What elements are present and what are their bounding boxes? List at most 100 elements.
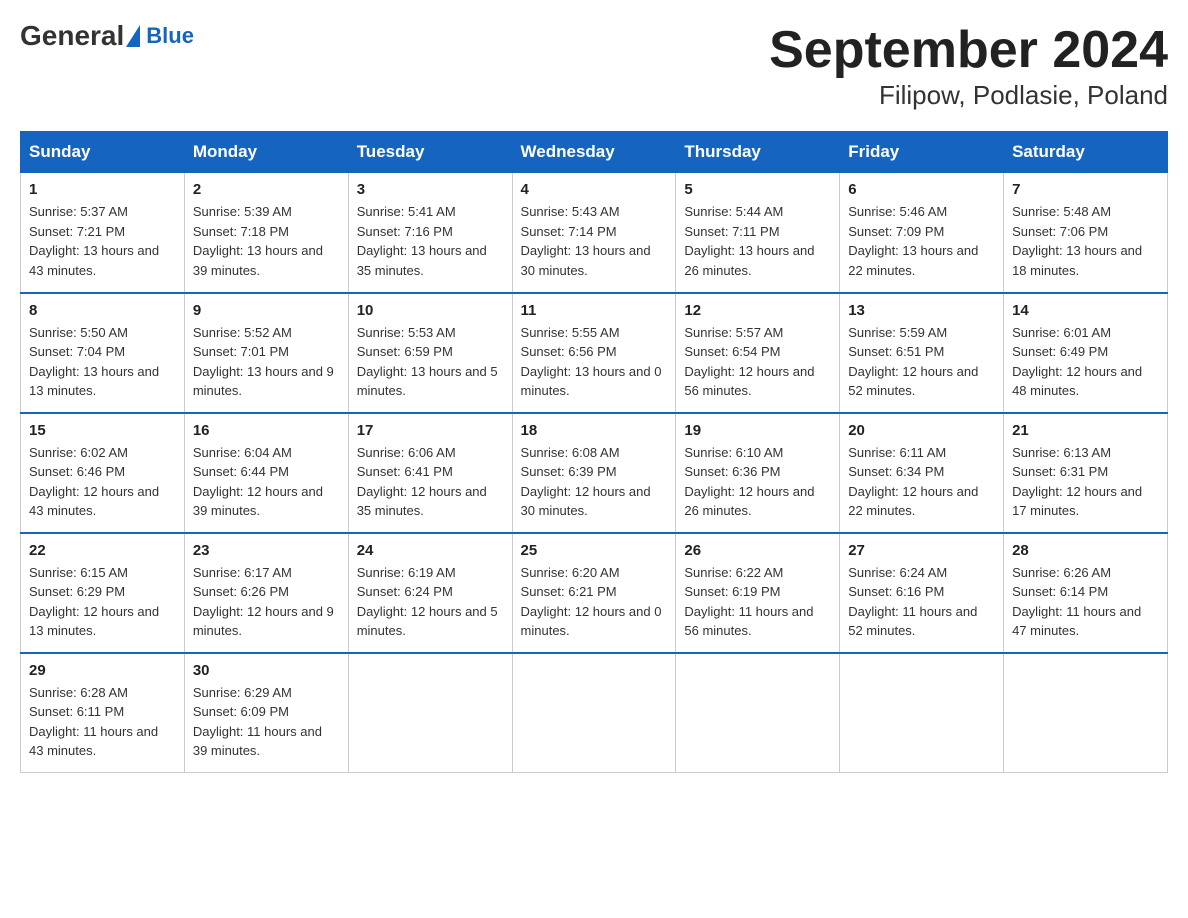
- day-number: 25: [521, 542, 668, 559]
- day-number: 26: [684, 542, 831, 559]
- day-number: 9: [193, 302, 340, 319]
- calendar-cell: 10 Sunrise: 5:53 AMSunset: 6:59 PMDayligh…: [348, 293, 512, 413]
- calendar-week-row: 29 Sunrise: 6:28 AMSunset: 6:11 PMDayligh…: [21, 653, 1168, 773]
- calendar-cell: 5 Sunrise: 5:44 AMSunset: 7:11 PMDaylight…: [676, 173, 840, 293]
- calendar-cell: [1004, 653, 1168, 773]
- calendar-cell: [512, 653, 676, 773]
- day-number: 23: [193, 542, 340, 559]
- calendar-cell: 29 Sunrise: 6:28 AMSunset: 6:11 PMDayligh…: [21, 653, 185, 773]
- day-info: Sunrise: 6:20 AMSunset: 6:21 PMDaylight:…: [521, 563, 668, 641]
- day-info: Sunrise: 5:50 AMSunset: 7:04 PMDaylight:…: [29, 323, 176, 401]
- day-number: 21: [1012, 422, 1159, 439]
- day-number: 8: [29, 302, 176, 319]
- day-info: Sunrise: 6:11 AMSunset: 6:34 PMDaylight:…: [848, 443, 995, 521]
- calendar-cell: 16Sunrise: 6:04 AMSunset: 6:44 PMDayligh…: [184, 413, 348, 533]
- day-info: Sunrise: 6:19 AMSunset: 6:24 PMDaylight:…: [357, 563, 504, 641]
- calendar-cell: [676, 653, 840, 773]
- day-info: Sunrise: 5:41 AMSunset: 7:16 PMDaylight:…: [357, 202, 504, 280]
- logo-triangle-icon: [126, 25, 140, 47]
- day-number: 16: [193, 422, 340, 439]
- calendar-cell: 4 Sunrise: 5:43 AMSunset: 7:14 PMDaylight…: [512, 173, 676, 293]
- calendar-table: SundayMondayTuesdayWednesdayThursdayFrid…: [20, 131, 1168, 773]
- day-number: 19: [684, 422, 831, 439]
- calendar-cell: 8 Sunrise: 5:50 AMSunset: 7:04 PMDaylight…: [21, 293, 185, 413]
- calendar-cell: 1 Sunrise: 5:37 AMSunset: 7:21 PMDaylight…: [21, 173, 185, 293]
- logo-blue-text: Blue: [146, 23, 194, 49]
- logo-general-text: General: [20, 20, 124, 52]
- calendar-cell: 30Sunrise: 6:29 AMSunset: 6:09 PMDayligh…: [184, 653, 348, 773]
- calendar-cell: 20 Sunrise: 6:11 AMSunset: 6:34 PMDayligh…: [840, 413, 1004, 533]
- day-info: Sunrise: 6:10 AMSunset: 6:36 PMDaylight:…: [684, 443, 831, 521]
- calendar-cell: 19 Sunrise: 6:10 AMSunset: 6:36 PMDayligh…: [676, 413, 840, 533]
- day-info: Sunrise: 6:06 AMSunset: 6:41 PMDaylight:…: [357, 443, 504, 521]
- weekday-header-friday: Friday: [840, 132, 1004, 173]
- day-number: 3: [357, 181, 504, 198]
- calendar-week-row: 8 Sunrise: 5:50 AMSunset: 7:04 PMDaylight…: [21, 293, 1168, 413]
- day-info: Sunrise: 6:02 AMSunset: 6:46 PMDaylight:…: [29, 443, 176, 521]
- day-info: Sunrise: 5:57 AMSunset: 6:54 PMDaylight:…: [684, 323, 831, 401]
- day-number: 6: [848, 181, 995, 198]
- calendar-cell: 25 Sunrise: 6:20 AMSunset: 6:21 PMDayligh…: [512, 533, 676, 653]
- calendar-cell: 9 Sunrise: 5:52 AMSunset: 7:01 PMDaylight…: [184, 293, 348, 413]
- day-number: 2: [193, 181, 340, 198]
- day-number: 1: [29, 181, 176, 198]
- weekday-header-thursday: Thursday: [676, 132, 840, 173]
- day-number: 13: [848, 302, 995, 319]
- day-info: Sunrise: 6:15 AMSunset: 6:29 PMDaylight:…: [29, 563, 176, 641]
- calendar-week-row: 22 Sunrise: 6:15 AMSunset: 6:29 PMDayligh…: [21, 533, 1168, 653]
- day-info: Sunrise: 6:13 AMSunset: 6:31 PMDaylight:…: [1012, 443, 1159, 521]
- weekday-header-row: SundayMondayTuesdayWednesdayThursdayFrid…: [21, 132, 1168, 173]
- day-number: 7: [1012, 181, 1159, 198]
- weekday-header-saturday: Saturday: [1004, 132, 1168, 173]
- day-info: Sunrise: 5:48 AMSunset: 7:06 PMDaylight:…: [1012, 202, 1159, 280]
- day-info: Sunrise: 6:28 AMSunset: 6:11 PMDaylight:…: [29, 683, 176, 761]
- day-info: Sunrise: 5:44 AMSunset: 7:11 PMDaylight:…: [684, 202, 831, 280]
- day-number: 15: [29, 422, 176, 439]
- day-number: 10: [357, 302, 504, 319]
- day-number: 27: [848, 542, 995, 559]
- calendar-cell: 6 Sunrise: 5:46 AMSunset: 7:09 PMDaylight…: [840, 173, 1004, 293]
- calendar-cell: 13Sunrise: 5:59 AMSunset: 6:51 PMDayligh…: [840, 293, 1004, 413]
- day-info: Sunrise: 5:46 AMSunset: 7:09 PMDaylight:…: [848, 202, 995, 280]
- day-number: 29: [29, 662, 176, 679]
- day-number: 12: [684, 302, 831, 319]
- day-number: 4: [521, 181, 668, 198]
- weekday-header-monday: Monday: [184, 132, 348, 173]
- day-number: 30: [193, 662, 340, 679]
- day-number: 20: [848, 422, 995, 439]
- day-info: Sunrise: 6:17 AMSunset: 6:26 PMDaylight:…: [193, 563, 340, 641]
- day-info: Sunrise: 6:01 AMSunset: 6:49 PMDaylight:…: [1012, 323, 1159, 401]
- calendar-cell: 17 Sunrise: 6:06 AMSunset: 6:41 PMDayligh…: [348, 413, 512, 533]
- day-info: Sunrise: 6:08 AMSunset: 6:39 PMDaylight:…: [521, 443, 668, 521]
- day-number: 18: [521, 422, 668, 439]
- day-number: 11: [521, 302, 668, 319]
- day-info: Sunrise: 5:52 AMSunset: 7:01 PMDaylight:…: [193, 323, 340, 401]
- day-info: Sunrise: 5:39 AMSunset: 7:18 PMDaylight:…: [193, 202, 340, 280]
- calendar-cell: 12 Sunrise: 5:57 AMSunset: 6:54 PMDayligh…: [676, 293, 840, 413]
- weekday-header-wednesday: Wednesday: [512, 132, 676, 173]
- day-number: 17: [357, 422, 504, 439]
- calendar-cell: 11Sunrise: 5:55 AMSunset: 6:56 PMDayligh…: [512, 293, 676, 413]
- day-number: 22: [29, 542, 176, 559]
- calendar-cell: 15 Sunrise: 6:02 AMSunset: 6:46 PMDayligh…: [21, 413, 185, 533]
- day-number: 24: [357, 542, 504, 559]
- calendar-cell: 14Sunrise: 6:01 AMSunset: 6:49 PMDayligh…: [1004, 293, 1168, 413]
- title-area: September 2024 Filipow, Podlasie, Poland: [769, 20, 1168, 111]
- calendar-cell: 21 Sunrise: 6:13 AMSunset: 6:31 PMDayligh…: [1004, 413, 1168, 533]
- day-info: Sunrise: 5:43 AMSunset: 7:14 PMDaylight:…: [521, 202, 668, 280]
- calendar-cell: [348, 653, 512, 773]
- calendar-cell: [840, 653, 1004, 773]
- day-info: Sunrise: 5:53 AMSunset: 6:59 PMDaylight:…: [357, 323, 504, 401]
- calendar-cell: 2 Sunrise: 5:39 AMSunset: 7:18 PMDaylight…: [184, 173, 348, 293]
- day-info: Sunrise: 6:26 AMSunset: 6:14 PMDaylight:…: [1012, 563, 1159, 641]
- weekday-header-sunday: Sunday: [21, 132, 185, 173]
- day-number: 5: [684, 181, 831, 198]
- calendar-cell: 18 Sunrise: 6:08 AMSunset: 6:39 PMDayligh…: [512, 413, 676, 533]
- calendar-cell: 24 Sunrise: 6:19 AMSunset: 6:24 PMDayligh…: [348, 533, 512, 653]
- month-year-title: September 2024: [769, 20, 1168, 80]
- calendar-week-row: 1 Sunrise: 5:37 AMSunset: 7:21 PMDaylight…: [21, 173, 1168, 293]
- calendar-cell: 28Sunrise: 6:26 AMSunset: 6:14 PMDayligh…: [1004, 533, 1168, 653]
- day-info: Sunrise: 6:24 AMSunset: 6:16 PMDaylight:…: [848, 563, 995, 641]
- calendar-cell: 7 Sunrise: 5:48 AMSunset: 7:06 PMDaylight…: [1004, 173, 1168, 293]
- day-info: Sunrise: 5:37 AMSunset: 7:21 PMDaylight:…: [29, 202, 176, 280]
